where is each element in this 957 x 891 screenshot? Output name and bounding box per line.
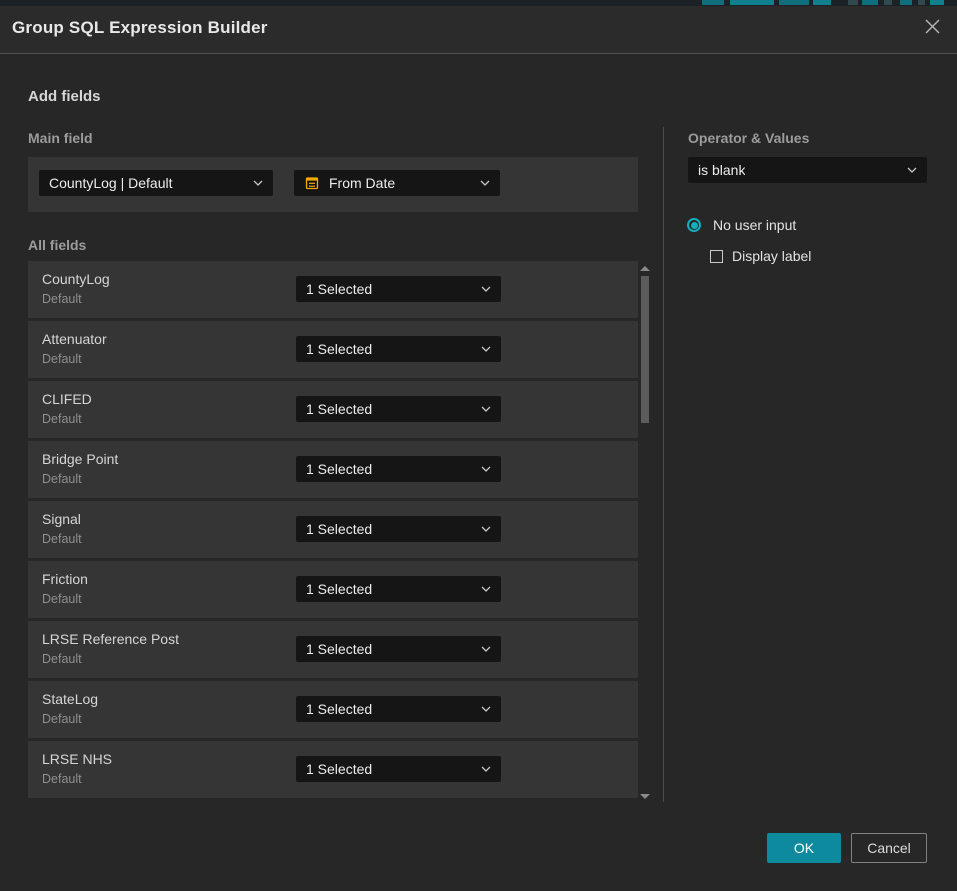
- field-row[interactable]: Attenuator Default 1 Selected: [28, 321, 638, 378]
- dropdown-value: 1 Selected: [306, 401, 372, 417]
- background-fragment: [900, 0, 912, 5]
- dialog-header: Group SQL Expression Builder: [0, 6, 957, 54]
- field-row[interactable]: LRSE Reference Post Default 1 Selected: [28, 621, 638, 678]
- background-fragment: [730, 0, 774, 5]
- chevron-down-icon: [899, 167, 917, 173]
- checkbox-unchecked-icon: [710, 250, 723, 263]
- add-fields-heading: Add fields: [28, 88, 101, 105]
- field-row[interactable]: Bridge Point Default 1 Selected: [28, 441, 638, 498]
- chevron-down-icon: [473, 706, 491, 712]
- field-values-dropdown[interactable]: 1 Selected: [296, 276, 501, 302]
- background-fragment: [862, 0, 878, 5]
- dropdown-value: CountyLog | Default: [49, 175, 173, 191]
- main-field-source-dropdown[interactable]: CountyLog | Default: [39, 170, 273, 196]
- field-values-dropdown[interactable]: 1 Selected: [296, 456, 501, 482]
- field-name: Attenuator: [42, 331, 107, 347]
- no-user-input-radio[interactable]: No user input: [687, 217, 796, 233]
- all-fields-list: CountyLog Default 1 Selected Attenuator …: [28, 261, 638, 801]
- field-values-dropdown[interactable]: 1 Selected: [296, 576, 501, 602]
- main-field-label: Main field: [28, 130, 93, 146]
- field-name: CountyLog: [42, 271, 110, 287]
- field-name: StateLog: [42, 691, 98, 707]
- field-subtitle: Default: [42, 592, 82, 606]
- dropdown-value: 1 Selected: [306, 581, 372, 597]
- field-name: LRSE Reference Post: [42, 631, 179, 647]
- dialog-title: Group SQL Expression Builder: [12, 18, 268, 38]
- field-subtitle: Default: [42, 532, 82, 546]
- chevron-down-icon: [473, 346, 491, 352]
- field-row[interactable]: StateLog Default 1 Selected: [28, 681, 638, 738]
- background-fragment: [702, 0, 724, 5]
- scroll-down-arrow[interactable]: [640, 794, 650, 799]
- field-row[interactable]: LRSE NHS Default 1 Selected: [28, 741, 638, 798]
- scrollbar-thumb[interactable]: [641, 276, 649, 423]
- display-label-checkbox[interactable]: Display label: [710, 248, 811, 264]
- dropdown-value: 1 Selected: [306, 341, 372, 357]
- background-fragment: [884, 0, 892, 5]
- field-name: Signal: [42, 511, 81, 527]
- field-subtitle: Default: [42, 772, 82, 786]
- field-subtitle: Default: [42, 292, 82, 306]
- field-row[interactable]: CLIFED Default 1 Selected: [28, 381, 638, 438]
- dropdown-value: 1 Selected: [306, 641, 372, 657]
- field-row[interactable]: Signal Default 1 Selected: [28, 501, 638, 558]
- radio-label: No user input: [713, 217, 796, 233]
- background-fragment: [918, 0, 925, 5]
- field-values-dropdown[interactable]: 1 Selected: [296, 396, 501, 422]
- field-subtitle: Default: [42, 712, 82, 726]
- field-row[interactable]: CountyLog Default 1 Selected: [28, 261, 638, 318]
- background-fragment: [779, 0, 809, 5]
- dropdown-value: 1 Selected: [306, 281, 372, 297]
- chevron-down-icon: [473, 586, 491, 592]
- dropdown-value: is blank: [698, 162, 745, 178]
- chevron-down-icon: [245, 180, 263, 186]
- ok-button[interactable]: OK: [767, 833, 841, 863]
- chevron-down-icon: [473, 646, 491, 652]
- field-name: Friction: [42, 571, 88, 587]
- field-name: CLIFED: [42, 391, 92, 407]
- field-values-dropdown[interactable]: 1 Selected: [296, 756, 501, 782]
- close-icon: [924, 18, 941, 40]
- field-row[interactable]: Friction Default 1 Selected: [28, 561, 638, 618]
- background-fragment: [813, 0, 831, 5]
- dropdown-value: From Date: [329, 175, 395, 191]
- checkbox-label: Display label: [732, 248, 811, 264]
- background-fragment: [848, 0, 858, 5]
- chevron-down-icon: [473, 766, 491, 772]
- main-field-field-dropdown[interactable]: From Date: [294, 170, 500, 196]
- field-values-dropdown[interactable]: 1 Selected: [296, 516, 501, 542]
- calendar-icon: [304, 175, 320, 191]
- radio-selected-icon: [687, 218, 701, 232]
- dropdown-value: 1 Selected: [306, 761, 372, 777]
- field-values-dropdown[interactable]: 1 Selected: [296, 696, 501, 722]
- dropdown-value: 1 Selected: [306, 461, 372, 477]
- field-subtitle: Default: [42, 652, 82, 666]
- chevron-down-icon: [473, 286, 491, 292]
- chevron-down-icon: [473, 526, 491, 532]
- dropdown-value: 1 Selected: [306, 701, 372, 717]
- main-field-bar: CountyLog | Default From Date: [28, 157, 638, 212]
- all-fields-label: All fields: [28, 237, 86, 253]
- field-subtitle: Default: [42, 412, 82, 426]
- cancel-button[interactable]: Cancel: [851, 833, 927, 863]
- background-fragment: [930, 0, 944, 5]
- scroll-up-arrow[interactable]: [640, 266, 650, 271]
- field-subtitle: Default: [42, 352, 82, 366]
- chevron-down-icon: [473, 406, 491, 412]
- field-subtitle: Default: [42, 472, 82, 486]
- panel-divider: [663, 127, 664, 802]
- field-values-dropdown[interactable]: 1 Selected: [296, 336, 501, 362]
- field-name: LRSE NHS: [42, 751, 112, 767]
- group-sql-expression-builder-dialog: Group SQL Expression Builder Add fields …: [0, 6, 957, 891]
- chevron-down-icon: [473, 466, 491, 472]
- operator-values-label: Operator & Values: [688, 130, 809, 146]
- close-button[interactable]: [921, 18, 943, 40]
- operator-dropdown[interactable]: is blank: [688, 157, 927, 183]
- dropdown-value: 1 Selected: [306, 521, 372, 537]
- field-values-dropdown[interactable]: 1 Selected: [296, 636, 501, 662]
- chevron-down-icon: [472, 180, 490, 186]
- field-name: Bridge Point: [42, 451, 118, 467]
